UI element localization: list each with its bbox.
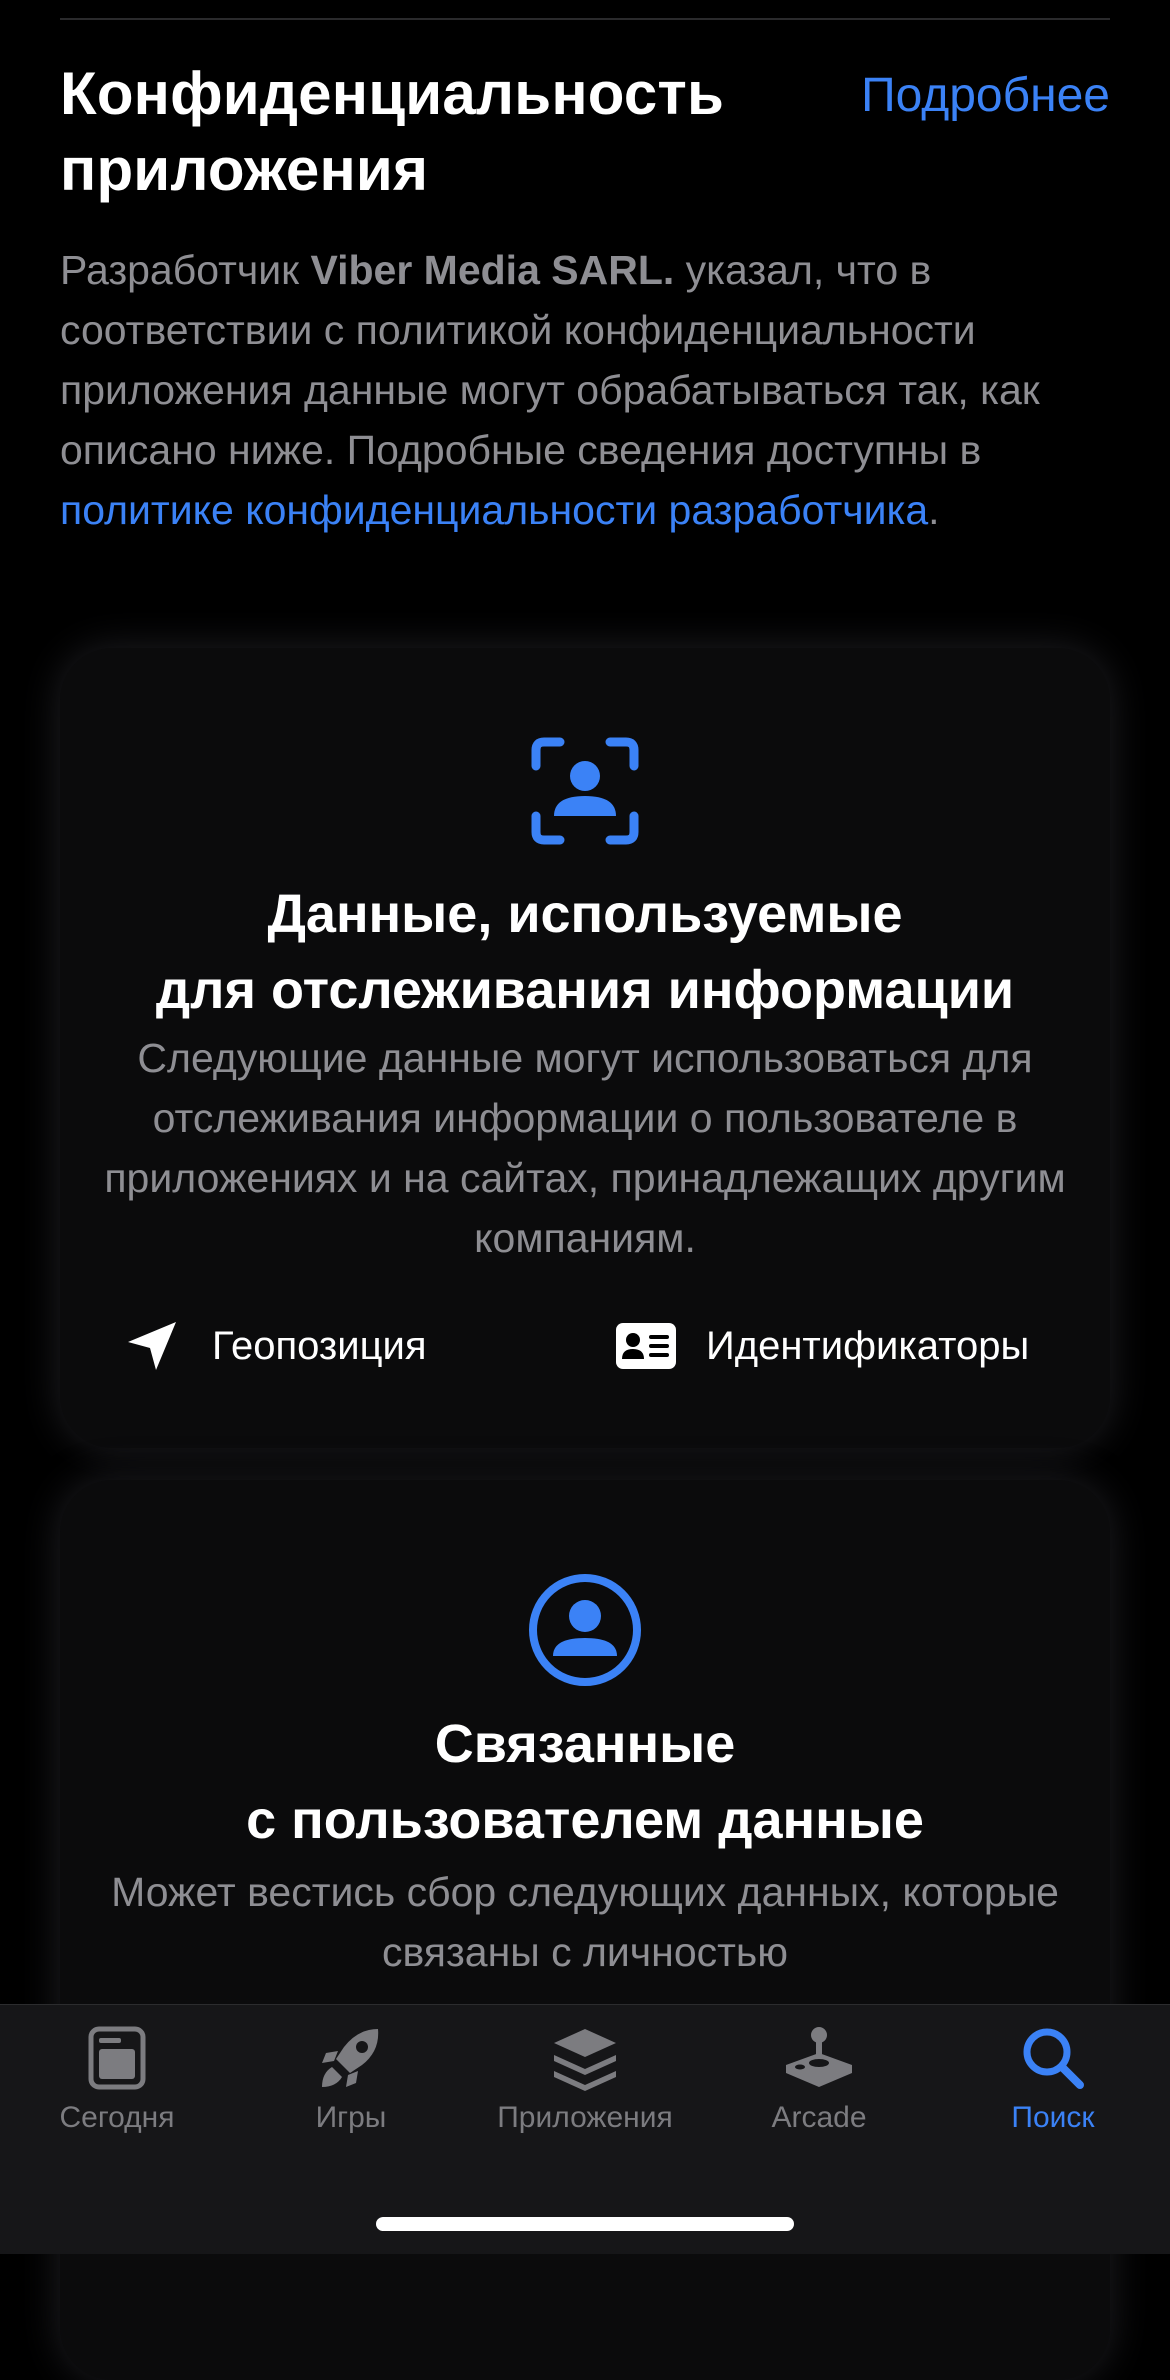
intro-prefix: Разработчик — [60, 247, 311, 293]
layers-icon — [554, 2029, 616, 2091]
intro-suffix: . — [928, 487, 940, 533]
location-arrow-icon — [122, 1316, 182, 1376]
tracking-person-icon — [530, 736, 640, 851]
search-icon — [1023, 2028, 1084, 2089]
card-title-line: Данные, используемые — [267, 884, 903, 944]
more-link[interactable]: Подробнее — [861, 66, 1110, 126]
card-description: Следующие данные могут использоваться дл… — [104, 1035, 1066, 1261]
tab-label: Arcade — [771, 2101, 867, 2134]
card-description: Может вестись сбор следующих данных, кот… — [111, 1869, 1059, 1975]
card-title: Связанные с пользователем данные — [60, 1706, 1110, 1858]
tab-search[interactable]: Поиск — [936, 2025, 1170, 2165]
rocket-icon — [322, 2029, 379, 2087]
data-item-identifiers: Идентификаторы — [616, 1314, 1029, 1378]
developer-name: Viber Media SARL. — [310, 247, 675, 293]
tab-apps[interactable]: Приложения — [468, 2025, 702, 2165]
privacy-intro: Разработчик Viber Media SARL. указал, чт… — [60, 240, 1110, 540]
id-card-icon — [616, 1316, 676, 1376]
today-icon — [88, 2026, 146, 2090]
person-circle-icon — [527, 1572, 643, 1693]
section-title: Конфиденциальность приложения — [60, 60, 725, 203]
tab-today[interactable]: Сегодня — [0, 2025, 234, 2165]
privacy-header: Конфиденциальность приложения Подробнее — [60, 56, 1110, 208]
data-item-label: Идентификаторы — [706, 1323, 1030, 1368]
card-title-line: с пользователем данные — [246, 1790, 924, 1850]
tracking-data-card[interactable]: Данные, используемые для отслеживания ин… — [60, 648, 1110, 1448]
data-item-location: Геопозиция — [122, 1314, 427, 1378]
home-indicator — [376, 2217, 794, 2231]
top-divider — [60, 18, 1110, 20]
tab-label: Игры — [315, 2101, 387, 2134]
data-item-label: Геопозиция — [212, 1323, 427, 1368]
joystick-icon — [786, 2027, 852, 2087]
tab-arcade[interactable]: Arcade — [702, 2025, 936, 2165]
tab-label: Сегодня — [59, 2101, 175, 2134]
developer-policy-link[interactable]: политике конфиденциальности разработчика — [60, 487, 928, 533]
tab-label: Приложения — [497, 2101, 673, 2134]
tab-games[interactable]: Игры — [234, 2025, 468, 2165]
card-title: Данные, используемые для отслеживания ин… — [60, 876, 1110, 1028]
card-title-line: Связанные — [434, 1714, 736, 1774]
tab-label: Поиск — [1011, 2101, 1095, 2134]
card-title-line: для отслеживания информации — [155, 960, 1015, 1020]
